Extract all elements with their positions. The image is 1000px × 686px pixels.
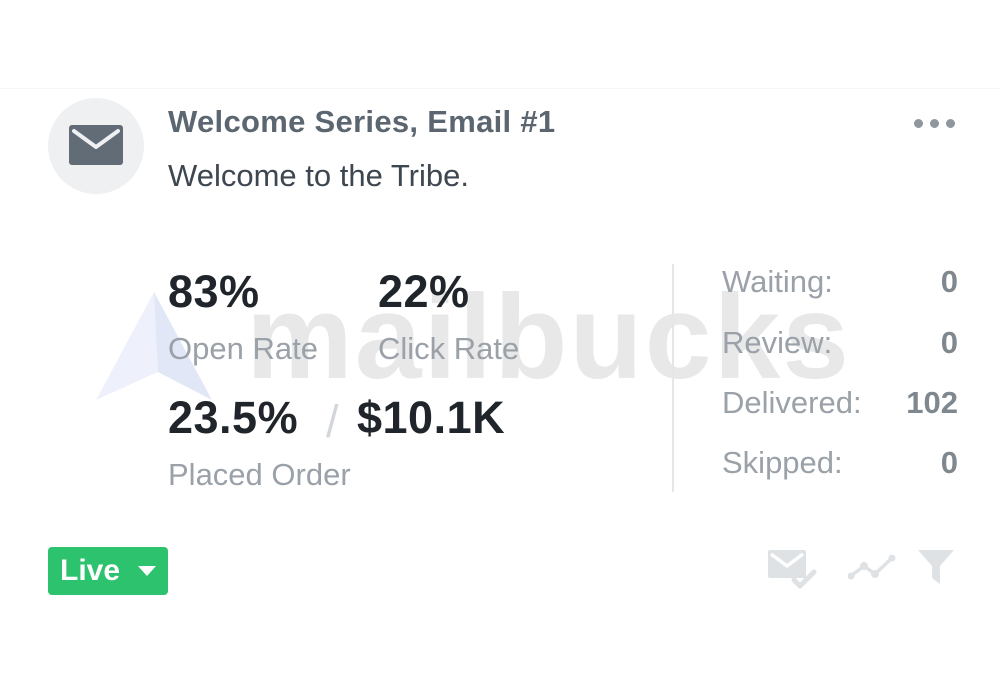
placed-order-label: Placed Order <box>168 457 351 492</box>
email-subject: Welcome to the Tribe. <box>168 158 469 193</box>
envelope-avatar <box>48 98 144 194</box>
email-card: Welcome Series, Email #1 Welcome to the … <box>0 0 1000 686</box>
stat-skipped-label: Skipped: <box>722 445 843 480</box>
live-status-dropdown[interactable]: Live <box>48 547 168 595</box>
placed-order-rate: 23.5% <box>168 392 299 443</box>
trend-line-icon[interactable] <box>848 546 896 590</box>
click-rate-label: Click Rate <box>378 331 520 366</box>
mail-check-icon[interactable] <box>768 546 818 590</box>
placed-order-revenue: $10.1K <box>357 392 506 443</box>
caret-down-icon <box>138 566 156 576</box>
vertical-divider <box>672 264 674 492</box>
envelope-icon <box>69 125 123 165</box>
open-rate-label: Open Rate <box>168 331 318 366</box>
stat-waiting-label: Waiting: <box>722 264 833 299</box>
stat-review-label: Review: <box>722 325 833 360</box>
metric-separator: / <box>326 396 339 447</box>
open-rate-value: 83% <box>168 266 260 317</box>
stat-delivered-value: 102 <box>906 385 958 420</box>
stat-review-value: 0 <box>940 325 958 360</box>
click-rate-value: 22% <box>378 266 470 317</box>
more-dots-icon[interactable] <box>910 116 960 132</box>
stat-waiting-value: 0 <box>940 264 958 299</box>
stat-skipped-value: 0 <box>940 445 958 480</box>
divider <box>0 88 1000 89</box>
live-status-label: Live <box>60 554 121 587</box>
stat-delivered-label: Delivered: <box>722 385 862 420</box>
email-title[interactable]: Welcome Series, Email #1 <box>168 104 555 140</box>
filter-icon[interactable] <box>916 546 956 590</box>
